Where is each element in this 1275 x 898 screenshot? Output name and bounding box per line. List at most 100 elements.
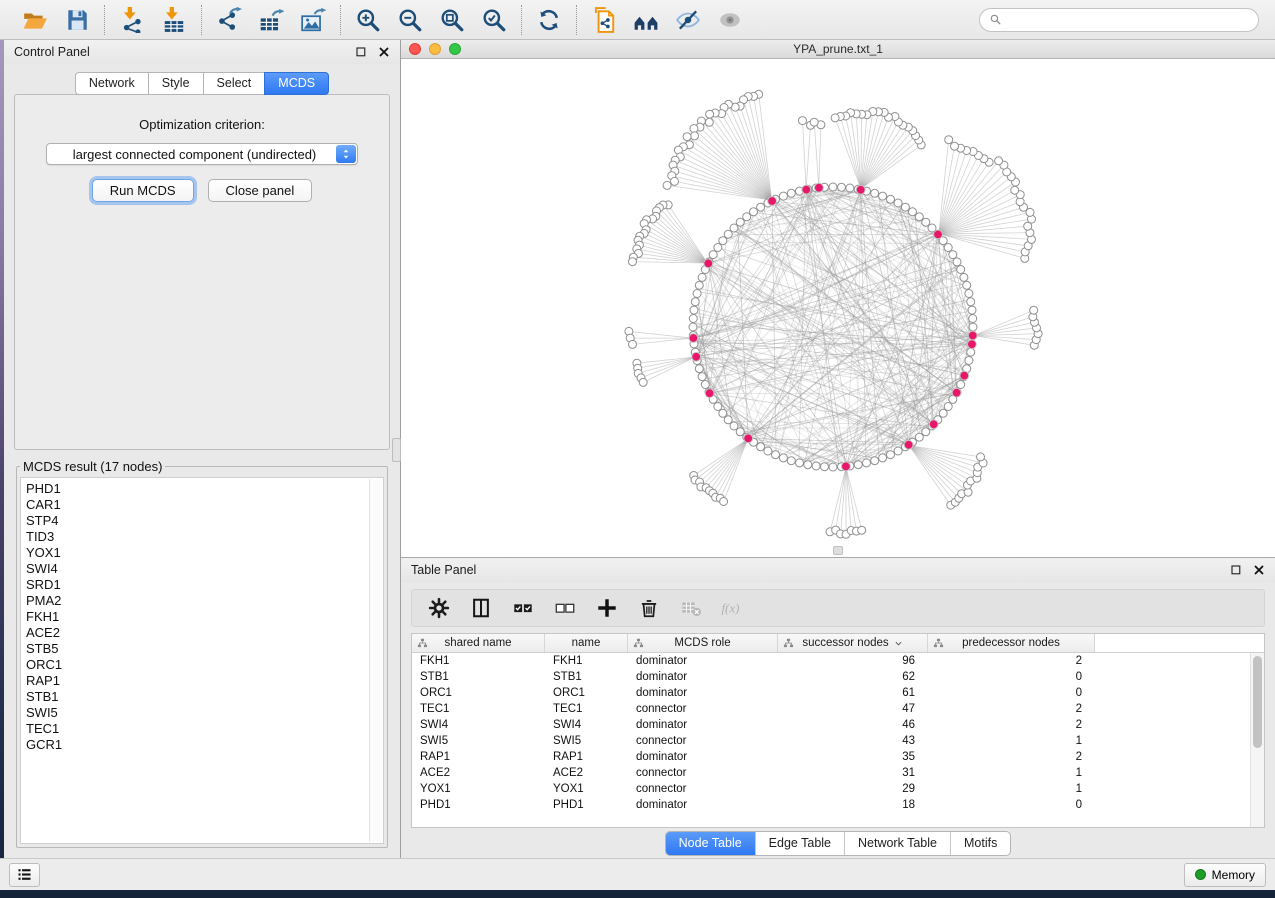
- graph-mcds-hub-node[interactable]: [960, 371, 969, 380]
- graph-node[interactable]: [939, 409, 947, 417]
- mcds-result-item[interactable]: SRD1: [26, 577, 378, 593]
- graph-mcds-hub-node[interactable]: [929, 420, 938, 429]
- mcds-result-item[interactable]: STB1: [26, 689, 378, 705]
- graph-mcds-hub-node[interactable]: [744, 434, 753, 443]
- graph-mcds-hub-node[interactable]: [856, 185, 865, 194]
- cell-successor_nodes[interactable]: 46: [778, 717, 928, 733]
- table-row[interactable]: ORC1ORC1dominator610: [412, 685, 1250, 701]
- share-document-button[interactable]: [589, 5, 619, 35]
- graph-node[interactable]: [846, 184, 854, 192]
- graph-node[interactable]: [894, 447, 902, 455]
- graph-node[interactable]: [724, 416, 732, 424]
- graph-node[interactable]: [743, 213, 751, 221]
- table-row[interactable]: RAP1RAP1dominator352: [412, 749, 1250, 765]
- cell-shared_name[interactable]: YOX1: [412, 781, 545, 797]
- table-row[interactable]: SWI4SWI4dominator462: [412, 717, 1250, 733]
- graph-mcds-hub-node[interactable]: [704, 259, 713, 268]
- graph-satellite-node[interactable]: [995, 157, 1003, 165]
- tab-edge-table[interactable]: Edge Table: [756, 832, 845, 855]
- cell-shared_name[interactable]: RAP1: [412, 749, 545, 765]
- graph-node[interactable]: [968, 306, 976, 314]
- network-canvas[interactable]: [401, 59, 1275, 557]
- table-row[interactable]: STB1STB1dominator620: [412, 669, 1250, 685]
- graph-node[interactable]: [871, 189, 879, 197]
- graph-satellite-node[interactable]: [683, 133, 691, 141]
- graph-node[interactable]: [965, 357, 973, 365]
- cell-successor_nodes[interactable]: 47: [778, 701, 928, 717]
- memory-button[interactable]: Memory: [1184, 863, 1266, 887]
- cell-mcds_role[interactable]: dominator: [628, 685, 778, 701]
- table-scrollbar[interactable]: [1250, 653, 1264, 827]
- tab-mcds[interactable]: MCDS: [264, 72, 329, 95]
- graph-node[interactable]: [821, 463, 829, 471]
- graph-node[interactable]: [730, 422, 738, 430]
- graph-satellite-node[interactable]: [831, 114, 839, 122]
- graph-node[interactable]: [829, 183, 837, 191]
- graph-node[interactable]: [957, 381, 965, 389]
- cell-name[interactable]: STB1: [545, 669, 628, 685]
- cell-mcds_role[interactable]: connector: [628, 733, 778, 749]
- cell-successor_nodes[interactable]: 43: [778, 733, 928, 749]
- cell-successor_nodes[interactable]: 61: [778, 685, 928, 701]
- mcds-result-item[interactable]: TID3: [26, 529, 378, 545]
- graph-node[interactable]: [894, 199, 902, 207]
- graph-node[interactable]: [944, 244, 952, 252]
- cell-successor_nodes[interactable]: 96: [778, 653, 928, 669]
- graph-mcds-hub-node[interactable]: [934, 230, 943, 239]
- cell-shared_name[interactable]: SWI5: [412, 733, 545, 749]
- graph-node[interactable]: [689, 315, 697, 323]
- mcds-result-item[interactable]: RAP1: [26, 673, 378, 689]
- export-image-button[interactable]: [298, 5, 328, 35]
- graph-node[interactable]: [829, 463, 837, 471]
- graph-mcds-hub-node[interactable]: [842, 462, 851, 471]
- graph-node[interactable]: [779, 454, 787, 462]
- table-row[interactable]: ACE2ACE2connector311: [412, 765, 1250, 781]
- graph-mcds-hub-node[interactable]: [815, 183, 824, 192]
- graph-satellite-node[interactable]: [691, 132, 699, 140]
- mcds-result-item[interactable]: STP4: [26, 513, 378, 529]
- cell-shared_name[interactable]: SWI4: [412, 717, 545, 733]
- binoculars-button[interactable]: [631, 5, 661, 35]
- cell-mcds_role[interactable]: dominator: [628, 669, 778, 685]
- cell-predecessor_nodes[interactable]: 0: [928, 685, 1095, 701]
- graph-satellite-node[interactable]: [706, 110, 714, 118]
- export-network-button[interactable]: [214, 5, 244, 35]
- close-window-button[interactable]: [409, 43, 421, 55]
- graph-node[interactable]: [690, 306, 698, 314]
- graph-node[interactable]: [693, 290, 701, 298]
- cell-mcds_role[interactable]: connector: [628, 781, 778, 797]
- graph-node[interactable]: [887, 195, 895, 203]
- graph-node[interactable]: [691, 298, 699, 306]
- tab-network-table[interactable]: Network Table: [845, 832, 951, 855]
- cell-mcds_role[interactable]: dominator: [628, 749, 778, 765]
- graph-node[interactable]: [812, 462, 820, 470]
- graph-satellite-node[interactable]: [663, 181, 671, 189]
- graph-mcds-hub-node[interactable]: [768, 197, 777, 206]
- zoom-selected-button[interactable]: [479, 5, 509, 35]
- cell-mcds_role[interactable]: connector: [628, 701, 778, 717]
- graph-satellite-node[interactable]: [799, 117, 807, 125]
- graph-node[interactable]: [787, 457, 795, 465]
- table-row[interactable]: YOX1YOX1connector291: [412, 781, 1250, 797]
- mcds-result-item[interactable]: SWI4: [26, 561, 378, 577]
- mcds-result-item[interactable]: PHD1: [26, 481, 378, 497]
- graph-node[interactable]: [695, 365, 703, 373]
- graph-node[interactable]: [757, 443, 765, 451]
- graph-node[interactable]: [714, 403, 722, 411]
- cell-shared_name[interactable]: ORC1: [412, 685, 545, 701]
- column-header-predecessor-nodes[interactable]: predecessor nodes: [928, 634, 1095, 652]
- cell-shared_name[interactable]: STB1: [412, 669, 545, 685]
- graph-satellite-node[interactable]: [951, 142, 959, 150]
- trash-button[interactable]: [636, 595, 662, 621]
- graph-node[interactable]: [796, 459, 804, 467]
- cell-shared_name[interactable]: PHD1: [412, 797, 545, 813]
- hide-eye-button[interactable]: [673, 5, 703, 35]
- close-panel-icon[interactable]: [1253, 564, 1265, 576]
- close-panel-icon[interactable]: [378, 46, 390, 58]
- eye-button[interactable]: [715, 5, 745, 35]
- graph-mcds-hub-node[interactable]: [952, 388, 961, 397]
- float-panel-icon[interactable]: [1230, 564, 1242, 576]
- cell-name[interactable]: TEC1: [545, 701, 628, 717]
- graph-node[interactable]: [944, 403, 952, 411]
- graph-node[interactable]: [736, 218, 744, 226]
